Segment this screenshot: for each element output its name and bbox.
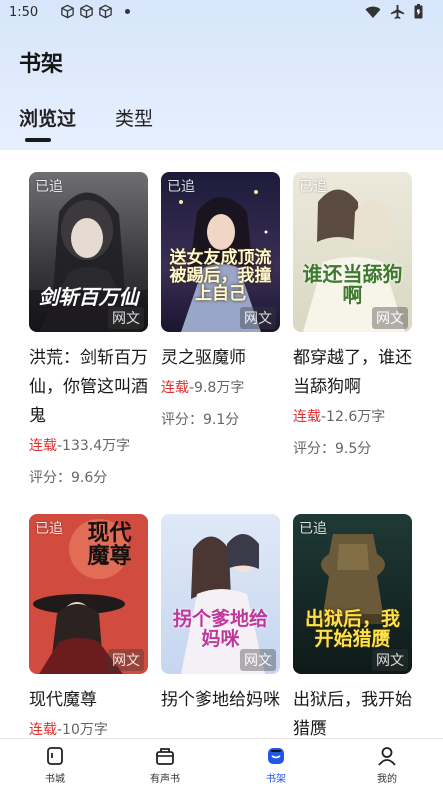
book-cover[interactable]: 拐个爹地给妈咪 网文: [161, 514, 280, 674]
status-time: 1:50: [9, 5, 39, 20]
cover-title-text: 出狱后，我开始猎赝: [304, 608, 400, 650]
book-cover[interactable]: 送女友成顶流被踢后，我撞上自己 已追 网文: [161, 172, 280, 332]
nav-bookshelf[interactable]: 书架: [236, 745, 316, 785]
book-rating: 评分：9.1分: [161, 412, 240, 428]
followed-badge: 已追: [167, 179, 195, 195]
book-card[interactable]: 剑斩百万仙 已追 网文 洪荒：剑斩百万仙，你管这叫酒鬼 连载-133.4万字 评…: [29, 172, 149, 490]
cover-title-text: 拐个爹地给妈咪: [172, 608, 268, 650]
nav-bookstore[interactable]: 书城: [15, 745, 95, 785]
cube-icon: [99, 4, 112, 19]
book-card[interactable]: 出狱后，我开始猎赝 已追 网文 出狱后，我开始猎赝: [293, 514, 413, 738]
book-status: 连载-12.6万字: [293, 405, 413, 429]
serial-label: 连载: [161, 380, 189, 396]
book-title: 洪荒：剑斩百万仙，你管这叫酒鬼: [29, 348, 148, 426]
nav-label: 有声书: [150, 774, 180, 785]
web-novel-badge: 网文: [372, 307, 408, 329]
cover-title-text: 谁还当舔狗啊: [302, 262, 403, 307]
nav-profile[interactable]: 我的: [347, 745, 427, 785]
battery-icon: [414, 4, 423, 19]
airplane-mode-icon: [390, 4, 405, 19]
book-status: 连载-10万字: [29, 718, 149, 738]
web-novel-badge: 网文: [108, 307, 144, 329]
book-cover[interactable]: 现代魔尊 已追 网文: [29, 514, 148, 674]
book-rating: 评分：9.5分: [293, 441, 372, 457]
bookstore-icon: [47, 747, 63, 765]
book-cover[interactable]: 出狱后，我开始猎赝 已追 网文: [293, 514, 412, 674]
status-bar: 1:50: [0, 0, 443, 26]
notification-dot-icon: [125, 9, 130, 14]
web-novel-badge: 网文: [240, 649, 276, 671]
web-novel-badge: 网文: [372, 649, 408, 671]
serial-label: 连载: [293, 409, 321, 425]
cover-title-text: 现代魔尊: [87, 521, 132, 570]
page-title: 书架: [19, 52, 64, 77]
tab-browsed[interactable]: 浏览过: [19, 104, 76, 131]
wifi-icon: [365, 6, 381, 18]
followed-badge: 已追: [299, 179, 327, 195]
word-count: -9.8万字: [189, 380, 245, 396]
cover-title-text: 送女友成顶流被踢后，我撞上自己: [169, 248, 272, 304]
audiobook-icon: [156, 748, 174, 765]
tab-genre[interactable]: 类型: [115, 104, 153, 131]
followed-badge: 已追: [35, 179, 63, 195]
web-novel-badge: 网文: [108, 649, 144, 671]
tab-bar: 浏览过 类型: [0, 104, 443, 144]
book-title: 出狱后，我开始猎赝: [293, 690, 412, 738]
word-count: -10万字: [57, 722, 108, 738]
book-card[interactable]: 谁还当舔狗啊 已追 网文 都穿越了，谁还当舔狗啊 连载-12.6万字 评分：9.…: [293, 172, 413, 461]
profile-icon: [378, 747, 396, 766]
followed-badge: 已追: [35, 521, 63, 537]
serial-label: 连载: [29, 722, 57, 738]
followed-badge: 已追: [299, 521, 327, 537]
book-title: 拐个爹地给妈咪: [161, 690, 280, 710]
book-status: 连载-9.8万字: [161, 376, 281, 400]
nav-label: 我的: [377, 774, 397, 785]
book-card[interactable]: 拐个爹地给妈咪 网文 拐个爹地给妈咪: [161, 514, 281, 715]
nav-audiobook[interactable]: 有声书: [125, 745, 205, 785]
bookshelf-icon: [268, 748, 284, 764]
nav-label: 书城: [45, 774, 65, 785]
book-cover[interactable]: 剑斩百万仙 已追 网文: [29, 172, 148, 332]
book-rating: 评分：9.6分: [29, 470, 108, 486]
book-title: 现代魔尊: [29, 690, 97, 710]
bookshelf-grid: 剑斩百万仙 已追 网文 洪荒：剑斩百万仙，你管这叫酒鬼 连载-133.4万字 评…: [0, 150, 443, 738]
tab-active-indicator: [25, 138, 51, 142]
bottom-navigation: 书城 有声书 书架 我的: [0, 738, 443, 788]
cover-title-text: 剑斩百万仙: [38, 285, 139, 309]
book-status: 连载-133.4万字: [29, 434, 149, 458]
book-title: 都穿越了，谁还当舔狗啊: [293, 348, 412, 397]
system-status-icons: [365, 4, 423, 19]
nav-label: 书架: [266, 774, 286, 785]
book-card[interactable]: 送女友成顶流被踢后，我撞上自己 已追 网文 灵之驱魔师 连载-9.8万字 评分：…: [161, 172, 281, 432]
book-card[interactable]: 现代魔尊 已追 网文 现代魔尊 连载-10万字: [29, 514, 149, 738]
web-novel-badge: 网文: [240, 307, 276, 329]
book-title: 灵之驱魔师: [161, 348, 246, 368]
book-cover[interactable]: 谁还当舔狗啊 已追 网文: [293, 172, 412, 332]
notification-icons: [60, 4, 130, 19]
cube-icon: [80, 4, 93, 19]
word-count: -133.4万字: [57, 438, 131, 454]
cube-icon: [61, 4, 74, 19]
word-count: -12.6万字: [321, 409, 386, 425]
serial-label: 连载: [29, 438, 57, 454]
